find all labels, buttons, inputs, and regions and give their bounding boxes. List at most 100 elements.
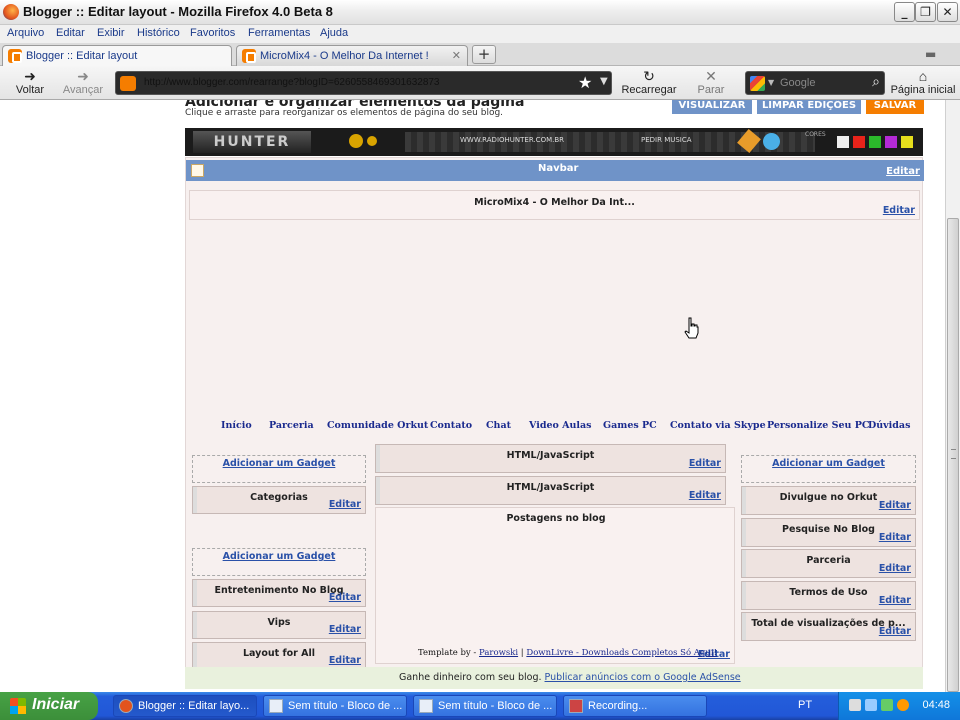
nav-link-video-aulas[interactable]: Video Aulas — [529, 420, 592, 431]
new-tab-button[interactable]: + — [472, 45, 496, 64]
preview-button[interactable]: VISUALIZAR — [672, 100, 752, 114]
navbar-edit-link[interactable]: Editar — [886, 166, 920, 177]
network-icon[interactable] — [865, 699, 877, 711]
chevron-down-icon[interactable]: ▼ — [600, 76, 608, 87]
color-swatch[interactable] — [837, 136, 849, 148]
nav-link-duvidas[interactable]: Dúvidas — [868, 420, 910, 431]
menu-ajuda[interactable]: Ajuda — [320, 27, 348, 39]
start-button[interactable]: Iniciar — [0, 692, 98, 720]
stop-icon[interactable] — [367, 136, 377, 146]
forward-button[interactable]: ➜ Avançar — [58, 68, 108, 99]
maximize-button[interactable]: ❐ — [915, 2, 936, 22]
close-button[interactable]: ✕ — [937, 2, 958, 22]
nav-link-comunidade-orkut[interactable]: Comunidade Orkut — [327, 420, 428, 431]
color-swatch[interactable] — [853, 136, 865, 148]
tab-micromix[interactable]: MicroMix4 - O Melhor Da Internet ! ✕ — [236, 45, 468, 66]
menu-ferramentas[interactable]: Ferramentas — [248, 27, 310, 39]
color-swatch[interactable] — [869, 136, 881, 148]
gadget-divulgue-orkut[interactable]: Divulgue no Orkut Editar — [741, 486, 916, 515]
gadget-edit-link[interactable]: Editar — [329, 624, 361, 635]
nav-link-chat[interactable]: Chat — [486, 420, 511, 431]
gadget-edit-link[interactable]: Editar — [329, 592, 361, 603]
language-indicator[interactable]: PT — [798, 699, 812, 711]
search-box[interactable]: ▼ Google ⌕ — [745, 71, 885, 95]
gadget-entretenimento[interactable]: Entretenimento No Blog Editar — [192, 579, 366, 607]
url-text[interactable]: http://www.blogger.com/rearrange?blogID=… — [144, 77, 574, 88]
gadget-vips[interactable]: Vips Editar — [192, 611, 366, 639]
google-icon[interactable] — [750, 76, 765, 91]
gadget-edit-link[interactable]: Editar — [879, 595, 911, 606]
task-recording[interactable]: Recording... — [563, 695, 707, 717]
header-edit-link[interactable]: Editar — [883, 205, 915, 216]
app-tray-icon[interactable] — [897, 699, 909, 711]
forward-label: Avançar — [62, 84, 104, 96]
gadget-termos-uso[interactable]: Termos de Uso Editar — [741, 581, 916, 610]
header-gadget[interactable]: MicroMix4 - O Melhor Da Int... Editar — [189, 190, 920, 220]
menu-historico[interactable]: Histórico — [137, 27, 180, 39]
shield-icon[interactable] — [881, 699, 893, 711]
menu-editar[interactable]: Editar — [56, 27, 85, 39]
gadget-edit-link[interactable]: Editar — [879, 532, 911, 543]
clear-edits-button[interactable]: LIMPAR EDIÇÕES — [757, 100, 861, 114]
add-gadget-left-1[interactable]: Adicionar um Gadget — [192, 455, 366, 483]
add-gadget-left-2[interactable]: Adicionar um Gadget — [192, 548, 366, 576]
tab-list-icon[interactable]: ▬ — [925, 47, 936, 61]
gadget-total-visualizacoes[interactable]: Total de visualizações de p... Editar — [741, 612, 916, 641]
nav-link-inicio[interactable]: Início — [221, 420, 252, 431]
adsense-link[interactable]: Publicar anúncios com o Google AdSense — [545, 672, 741, 683]
gadget-edit-link[interactable]: Editar — [689, 490, 721, 501]
home-button[interactable]: ⌂ Página inicial — [890, 68, 956, 99]
nav-link-contato[interactable]: Contato — [430, 420, 472, 431]
request-song-link[interactable]: PEDIR MUSICA — [641, 136, 692, 144]
gadget-edit-link[interactable]: Editar — [329, 655, 361, 666]
stop-button[interactable]: ✕ Parar — [688, 68, 734, 99]
color-swatch[interactable] — [901, 136, 913, 148]
nav-link-personalize[interactable]: Personalize Seu PC — [767, 420, 869, 431]
nav-link-parceria[interactable]: Parceria — [269, 420, 314, 431]
gadget-edit-link[interactable]: Editar — [689, 458, 721, 469]
gadget-edit-link[interactable]: Editar — [879, 626, 911, 637]
gadget-edit-link[interactable]: Editar — [329, 499, 361, 510]
task-notepad-2[interactable]: Sem título - Bloco de ... — [413, 695, 557, 717]
nav-link-contato-skype[interactable]: Contato via Skype — [670, 420, 766, 431]
save-button[interactable]: SALVAR — [866, 100, 924, 114]
task-notepad-1[interactable]: Sem título - Bloco de ... — [263, 695, 407, 717]
search-icon[interactable]: ⌕ — [872, 74, 880, 90]
firefox-icon — [3, 4, 19, 20]
close-tab-icon[interactable]: ✕ — [452, 49, 461, 62]
bookmark-star-icon[interactable]: ★ — [578, 73, 592, 92]
blog-posts-gadget[interactable]: Postagens no blog Editar — [375, 507, 735, 664]
address-bar[interactable]: http://www.blogger.com/rearrange?blogID=… — [115, 71, 612, 95]
color-swatch[interactable] — [885, 136, 897, 148]
credit-link-downlivre[interactable]: DownLivre - Downloads Completos Só Aqui! — [526, 648, 717, 658]
add-gadget-right[interactable]: Adicionar um Gadget — [741, 455, 916, 483]
credit-link-parowski[interactable]: Parowski — [479, 648, 518, 658]
reload-button[interactable]: ↻ Recarregar — [620, 68, 678, 99]
gadget-html-javascript-1[interactable]: HTML/JavaScript Editar — [375, 444, 726, 473]
add-gadget-link[interactable]: Adicionar um Gadget — [193, 458, 365, 469]
play-icon[interactable] — [349, 134, 363, 148]
task-firefox[interactable]: Blogger :: Editar layo... — [113, 695, 257, 717]
menu-exibir[interactable]: Exibir — [97, 27, 125, 39]
gadget-edit-link[interactable]: Editar — [879, 500, 911, 511]
search-engine-dropdown-icon[interactable]: ▼ — [768, 78, 774, 87]
minimize-button[interactable]: _ — [894, 2, 915, 22]
gadget-pesquise-blog[interactable]: Pesquise No Blog Editar — [741, 518, 916, 547]
vertical-scrollbar[interactable] — [945, 100, 960, 692]
nav-link-games-pc[interactable]: Games PC — [603, 420, 657, 431]
add-gadget-link[interactable]: Adicionar um Gadget — [193, 551, 365, 562]
credit-prefix: Template by - — [418, 648, 479, 658]
add-gadget-link[interactable]: Adicionar um Gadget — [742, 458, 915, 469]
skype-icon[interactable] — [763, 133, 780, 150]
menu-arquivo[interactable]: Arquivo — [7, 27, 44, 39]
gadget-parceria[interactable]: Parceria Editar — [741, 549, 916, 578]
volume-icon[interactable] — [849, 699, 861, 711]
back-button[interactable]: ➜ Voltar — [6, 68, 54, 99]
tab-blogger[interactable]: Blogger :: Editar layout — [2, 45, 232, 66]
scrollbar-thumb[interactable] — [947, 218, 959, 692]
gadget-categorias[interactable]: Categorias Editar — [192, 486, 366, 514]
menu-favoritos[interactable]: Favoritos — [190, 27, 235, 39]
gadget-edit-link[interactable]: Editar — [879, 563, 911, 574]
gadget-html-javascript-2[interactable]: HTML/JavaScript Editar — [375, 476, 726, 505]
gadget-layout-for-all[interactable]: Layout for All Editar — [192, 642, 366, 670]
